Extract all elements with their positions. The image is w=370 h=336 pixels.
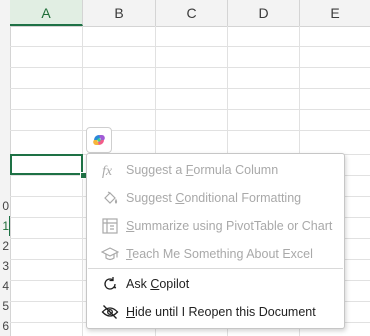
column-header-bar: A B C D E bbox=[0, 0, 370, 27]
row-header[interactable]: 2 bbox=[2, 236, 9, 256]
menu-item-summarize-pivot[interactable]: Summarize using PivotTable or Chart bbox=[87, 212, 344, 240]
row-header[interactable]: 0 bbox=[2, 196, 9, 216]
graduation-cap-icon bbox=[101, 245, 119, 263]
column-header-d[interactable]: D bbox=[228, 0, 300, 26]
eye-off-icon bbox=[101, 303, 119, 321]
fx-icon: fx bbox=[101, 161, 119, 179]
menu-item-hide-until-reopen[interactable]: Hide until I Reopen this Document bbox=[87, 298, 344, 326]
copilot-button[interactable] bbox=[86, 127, 112, 153]
row-header[interactable]: 4 bbox=[2, 276, 9, 296]
menu-separator bbox=[88, 268, 343, 269]
column-header-a[interactable]: A bbox=[10, 0, 83, 26]
column-header-e[interactable]: E bbox=[300, 0, 370, 26]
row-header[interactable]: 6 bbox=[2, 316, 9, 336]
menu-item-ask-copilot[interactable]: Ask Copilot bbox=[87, 270, 344, 298]
row-header-selected[interactable]: 1 bbox=[2, 216, 10, 236]
column-header-b[interactable]: B bbox=[83, 0, 156, 26]
row-header[interactable]: 5 bbox=[2, 296, 9, 316]
svg-text:fx: fx bbox=[102, 164, 113, 179]
menu-item-suggest-formula-column[interactable]: fx Suggest a Formula Column bbox=[87, 156, 344, 184]
copilot-logo-icon bbox=[93, 134, 105, 146]
copilot-context-menu: fx Suggest a Formula Column Suggest Cond… bbox=[86, 153, 345, 329]
menu-item-teach-me[interactable]: Teach Me Something About Excel bbox=[87, 240, 344, 268]
active-cell[interactable] bbox=[10, 154, 83, 175]
paint-bucket-icon bbox=[101, 189, 119, 207]
column-header-c[interactable]: C bbox=[156, 0, 228, 26]
row-header[interactable]: 3 bbox=[2, 256, 9, 276]
copilot-refresh-icon bbox=[101, 275, 119, 293]
menu-item-suggest-conditional-formatting[interactable]: Suggest Conditional Formatting bbox=[87, 184, 344, 212]
pivot-table-icon bbox=[101, 217, 119, 235]
